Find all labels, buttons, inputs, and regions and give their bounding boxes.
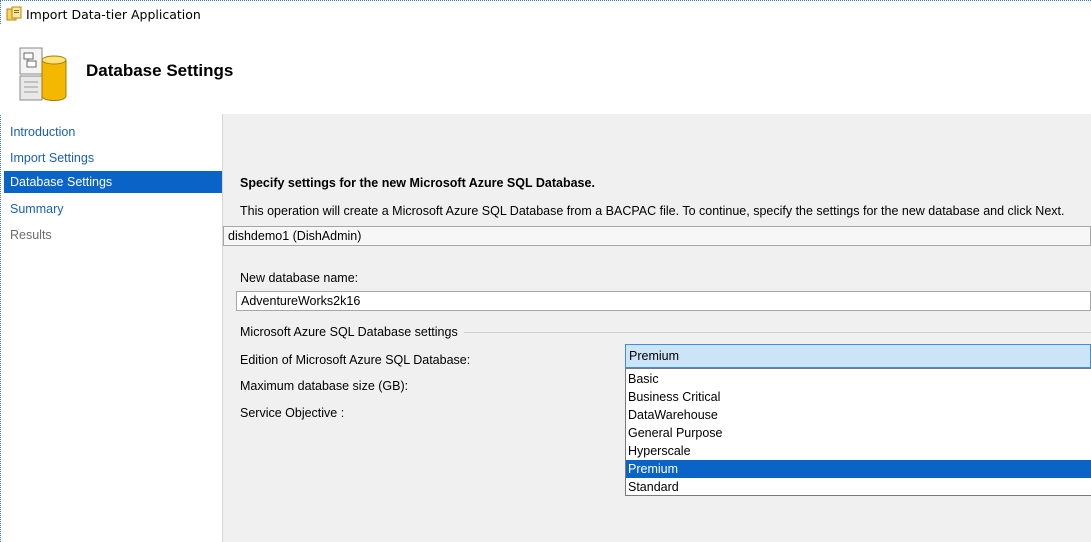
edition-label: Edition of Microsoft Azure SQL Database: [240, 353, 471, 367]
window-frame-top [0, 0, 1091, 1]
app-icon [6, 6, 22, 22]
edition-option-business-critical[interactable]: Business Critical [626, 388, 1091, 406]
edition-option-standard[interactable]: Standard [626, 478, 1091, 496]
nav-item-database-settings[interactable]: Database Settings [4, 171, 222, 193]
title-bar: Import Data-tier Application [6, 5, 201, 23]
nav-item-summary[interactable]: Summary [4, 198, 222, 220]
settings-group-label: Microsoft Azure SQL Database settings [240, 325, 464, 339]
edition-combobox[interactable]: Premium [625, 344, 1091, 368]
nav-item-results: Results [10, 228, 52, 242]
new-database-name-label: New database name: [240, 271, 359, 285]
window-title: Import Data-tier Application [26, 6, 201, 22]
service-objective-label: Service Objective : [240, 406, 345, 420]
wizard-nav: Introduction Import Settings Database Se… [4, 114, 223, 542]
edition-option-basic[interactable]: Basic [626, 370, 1091, 388]
edition-dropdown-list: Basic Business Critical DataWarehouse Ge… [625, 368, 1091, 496]
page-title: Database Settings [86, 61, 234, 80]
edition-option-datawarehouse[interactable]: DataWarehouse [626, 406, 1091, 424]
description-text: This operation will create a Microsoft A… [240, 204, 1065, 218]
new-database-name-input[interactable]: AdventureWorks2k16 [236, 291, 1091, 311]
edition-option-general-purpose[interactable]: General Purpose [626, 424, 1091, 442]
nav-item-introduction[interactable]: Introduction [4, 121, 222, 143]
database-settings-icon [18, 46, 72, 104]
nav-item-import-settings[interactable]: Import Settings [4, 147, 222, 169]
page-header: Database Settings [0, 24, 1091, 114]
edition-option-premium[interactable]: Premium [626, 460, 1091, 478]
section-heading: Specify settings for the new Microsoft A… [240, 176, 595, 190]
server-connection-field: dishdemo1 (DishAdmin) [223, 226, 1091, 246]
edition-option-hyperscale[interactable]: Hyperscale [626, 442, 1091, 460]
max-size-label: Maximum database size (GB): [240, 379, 409, 393]
